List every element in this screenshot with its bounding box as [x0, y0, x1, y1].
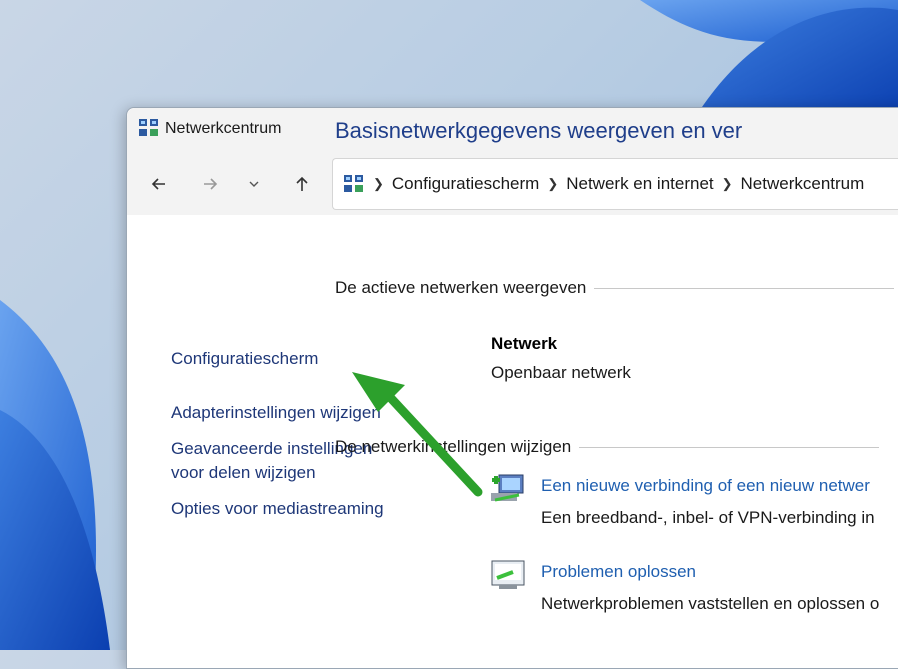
section-active-networks: De actieve netwerken weergeven: [335, 278, 895, 298]
arrow-right-icon: [204, 178, 218, 190]
section-change-settings: De netwerkinstellingen wijzigen: [335, 437, 880, 457]
recent-locations-button[interactable]: [242, 169, 266, 199]
chevron-right-icon[interactable]: ❯: [373, 176, 384, 192]
network-center-icon: [139, 119, 158, 136]
task-troubleshoot-link[interactable]: Problemen oplossen: [541, 562, 696, 582]
network-center-icon: [344, 175, 363, 192]
forward-button[interactable]: [195, 169, 225, 199]
section-label: De actieve netwerken weergeven: [335, 278, 587, 297]
sidebar-item-configuratiescherm[interactable]: Configuratiescherm: [171, 347, 318, 371]
chevron-right-icon[interactable]: ❯: [722, 176, 733, 192]
chevron-down-icon: [249, 181, 259, 187]
task-troubleshoot-desc: Netwerkproblemen vaststellen en oplossen…: [541, 594, 880, 613]
back-button[interactable]: [144, 169, 174, 199]
new-connection-icon: [491, 474, 524, 502]
sidebar-item-label: voor delen wijzigen: [171, 463, 316, 482]
troubleshoot-icon: [491, 560, 525, 589]
task-new-connection-desc: Een breedband-, inbel- of VPN-verbinding…: [541, 508, 875, 527]
sidebar-item-adapterinstellingen[interactable]: Adapterinstellingen wijzigen: [171, 401, 381, 425]
divider: [594, 287, 895, 289]
breadcrumb-netwerk-en-internet[interactable]: Netwerk en internet: [566, 174, 713, 194]
sidebar-item-mediastreaming[interactable]: Opties voor mediastreaming: [171, 497, 384, 521]
divider: [579, 446, 880, 448]
chevron-right-icon[interactable]: ❯: [547, 176, 558, 192]
section-label: De netwerkinstellingen wijzigen: [335, 437, 572, 456]
task-new-connection-link[interactable]: Een nieuwe verbinding of een nieuw netwe…: [541, 476, 870, 496]
navigation-bar: ❯ Configuratiescherm ❯ Netwerk en intern…: [127, 152, 898, 215]
arrow-left-icon: [151, 178, 165, 190]
network-name: Netwerk: [491, 334, 558, 353]
up-button[interactable]: [287, 169, 317, 199]
page-title: Basisnetwerkgegevens weergeven en ver: [335, 118, 743, 143]
breadcrumb-netwerkcentrum[interactable]: Netwerkcentrum: [741, 174, 865, 194]
address-bar[interactable]: ❯ Configuratiescherm ❯ Netwerk en intern…: [332, 158, 898, 210]
network-type: Openbaar netwerk: [491, 363, 631, 382]
window-title: Netwerkcentrum: [165, 120, 282, 137]
breadcrumb-configuratiescherm[interactable]: Configuratiescherm: [392, 174, 539, 194]
arrow-up-icon: [296, 176, 308, 191]
